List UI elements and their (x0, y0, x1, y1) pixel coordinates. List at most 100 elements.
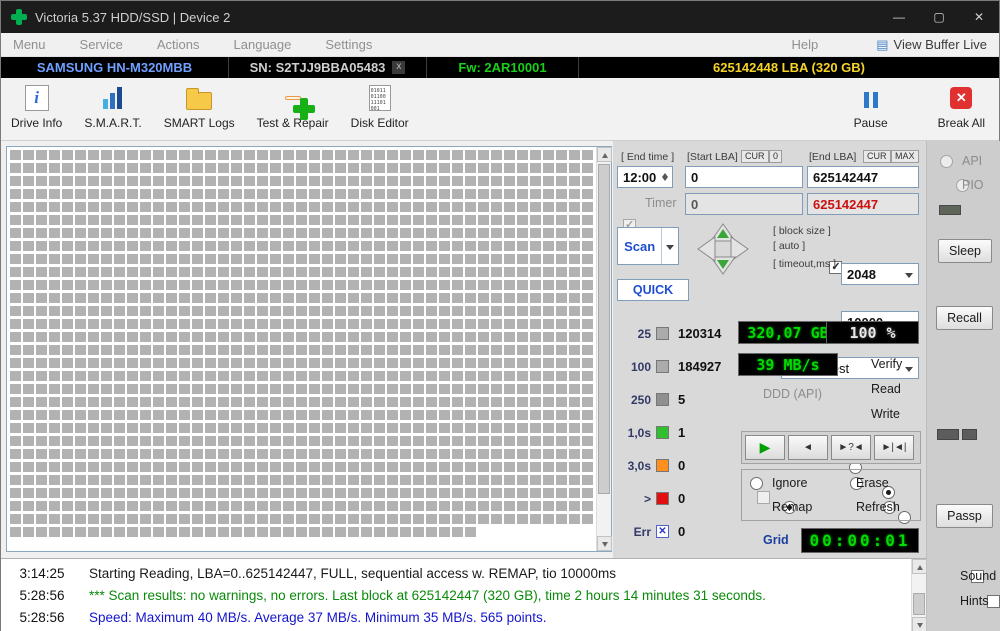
hints-label: Hints (960, 594, 989, 608)
log-time: 3:14:25 (19, 565, 65, 581)
stat-color-swatch (656, 459, 669, 472)
drive-info-icon: i (24, 85, 49, 111)
stat-color-swatch (656, 426, 669, 439)
log-scroll-down-icon[interactable] (912, 617, 927, 631)
stat-row-100: 100 184927 (617, 359, 721, 374)
drive-info-label: Drive Info (11, 116, 63, 130)
log-scroll-up-icon[interactable] (912, 559, 927, 574)
api-radio[interactable] (940, 155, 953, 169)
menu-item-service[interactable]: Service (80, 37, 123, 52)
scroll-thumb[interactable] (598, 164, 610, 494)
menu-item-menu[interactable]: Menu (13, 37, 46, 52)
speed-display: 39 MB/s (738, 353, 838, 376)
percent-display: 100 % (826, 321, 919, 344)
scroll-up-icon[interactable] (597, 147, 612, 162)
drive-info-button[interactable]: i Drive Info (11, 83, 62, 130)
device-model[interactable]: SAMSUNG HN-M320MBB (1, 57, 229, 78)
pause-button[interactable]: Pause (854, 83, 888, 130)
stat-label: > (643, 491, 651, 506)
jump-question-button[interactable]: ►?◄ (831, 435, 871, 460)
scan-button[interactable]: Scan (617, 227, 679, 265)
start-test-button[interactable]: ▶ (745, 435, 785, 460)
disk-editor-button[interactable]: 010110110011101001 Disk Editor (351, 83, 409, 130)
break-all-button[interactable]: ✕ Break All (938, 83, 985, 130)
pause-label: Pause (853, 116, 888, 130)
jump-edge-button[interactable]: ►|◄| (874, 435, 914, 460)
stat-value: 0 (678, 524, 686, 539)
log-panel: 3:14:25 Starting Reading, LBA=0..6251424… (1, 558, 927, 631)
log-message: *** Scan results: no warnings, no errors… (89, 587, 766, 603)
victoria-window: Victoria 5.37 HDD/SSD | Device 2 — ▢ ✕ M… (0, 0, 1000, 631)
recall-button[interactable]: Recall (936, 306, 993, 330)
start-lba-cur-button[interactable]: CUR (741, 150, 769, 163)
menu-item-actions[interactable]: Actions (157, 37, 200, 52)
hints-checkbox[interactable] (987, 595, 1000, 609)
scan-scrollbar[interactable] (596, 147, 612, 551)
menubar: Menu Service Actions Language Settings H… (1, 33, 999, 57)
end-lba-cur-button[interactable]: CUR (863, 150, 891, 163)
stat-value: 184927 (678, 359, 722, 374)
verify-label: Verify (871, 357, 903, 371)
buffer-icon: ▤ (876, 36, 889, 52)
vendor-mini-button-1[interactable] (937, 429, 959, 440)
passp-button[interactable]: Passp (936, 504, 993, 528)
log-scroll-thumb[interactable] (913, 593, 925, 615)
device-serial: SN: S2TJJ9BBA05483 x (229, 57, 427, 78)
scanned-capacity-display: 320,07 GB (738, 321, 838, 344)
menu-item-settings[interactable]: Settings (325, 37, 372, 52)
stat-row-1s: 1,0s 1 (617, 425, 686, 440)
block-size-select[interactable]: 2048 (841, 263, 919, 286)
smart-label: S.M.A.R.T. (84, 116, 142, 130)
ddd-label: DDD (API) (763, 387, 823, 401)
menu-item-help[interactable]: Help (791, 37, 818, 52)
stat-color-swatch (656, 360, 669, 373)
vendor-mini-button-2[interactable] (962, 429, 977, 440)
scan-blocks-partial-row (10, 527, 478, 537)
device-info-bar: SAMSUNG HN-M320MBB SN: S2TJJ9BBA05483 x … (1, 57, 999, 78)
log-time: 5:28:56 (19, 587, 65, 603)
timer-label: Timer (645, 196, 677, 210)
menu-item-language[interactable]: Language (234, 37, 292, 52)
stat-row-over: > 0 (617, 491, 685, 506)
sound-label: Sound (960, 569, 997, 583)
log-row: 5:28:56 Speed: Maximum 40 MB/s. Average … (1, 606, 911, 628)
step-back-button[interactable]: ◄ (788, 435, 828, 460)
end-time-input[interactable]: 12:00 (617, 166, 673, 188)
stat-row-25: 25 120314 (617, 326, 722, 341)
maximize-button[interactable]: ▢ (919, 1, 959, 33)
timer-to-field: 625142447 (807, 193, 919, 215)
direction-pad[interactable] (695, 221, 751, 277)
stat-value: 120314 (678, 326, 722, 341)
refresh-label: Refresh (856, 500, 900, 514)
log-message: Speed: Maximum 40 MB/s. Average 37 MB/s.… (89, 609, 547, 625)
start-lba-zero-button[interactable]: 0 (769, 150, 783, 163)
end-lba-input[interactable]: 625142447 (807, 166, 919, 188)
minimize-button[interactable]: — (879, 1, 919, 33)
quick-button[interactable]: QUICK (617, 279, 689, 301)
ignore-radio[interactable] (750, 477, 763, 491)
folder-icon (186, 88, 213, 110)
scroll-down-icon[interactable] (597, 536, 612, 551)
stat-value: 0 (678, 491, 686, 506)
break-all-label: Break All (937, 116, 985, 130)
close-button[interactable]: ✕ (959, 1, 999, 33)
smart-button[interactable]: S.M.A.R.T. (84, 83, 142, 130)
start-lba-input[interactable]: 0 (685, 166, 803, 188)
right-side-panel: API PIO Sleep Recall Passp Sound Hints (926, 141, 1000, 631)
test-control-panel: [ End time ] [Start LBA] CUR 0 [End LBA]… (613, 141, 926, 558)
sleep-button[interactable]: Sleep (938, 239, 992, 263)
stat-label: 3,0s (627, 458, 651, 473)
scan-dropdown-icon[interactable] (661, 228, 678, 264)
break-x-icon: ✕ (950, 87, 973, 109)
ignore-label: Ignore (772, 476, 808, 490)
view-buffer-live-button[interactable]: ▤ View Buffer Live (876, 37, 987, 53)
log-scrollbar[interactable] (911, 559, 927, 631)
stat-label: 100 (630, 359, 651, 374)
end-lba-max-button[interactable]: MAX (891, 150, 919, 163)
test-repair-button[interactable]: Test & Repair (257, 83, 329, 130)
serial-close-icon[interactable]: x (392, 61, 406, 74)
stat-row-3s: 3,0s 0 (617, 458, 686, 473)
test-repair-label: Test & Repair (256, 116, 329, 130)
start-lba-label: [Start LBA] (687, 151, 738, 163)
smart-logs-button[interactable]: SMART Logs (164, 83, 235, 130)
